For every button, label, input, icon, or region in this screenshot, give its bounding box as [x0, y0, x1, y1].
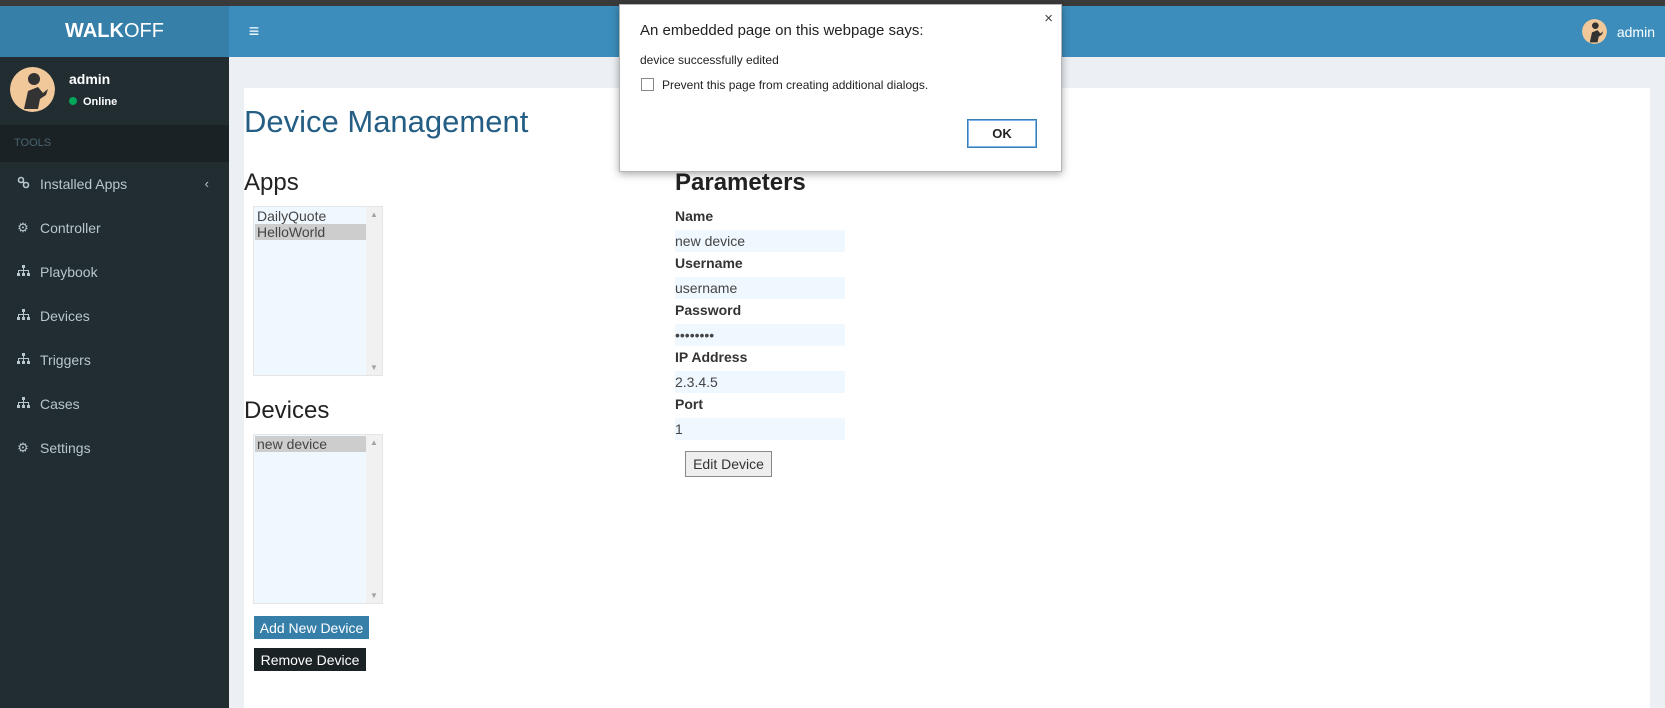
sidebar-item-devices[interactable]: Devices	[0, 294, 229, 338]
alert-dialog: An embedded page on this webpage says: ×…	[619, 4, 1062, 172]
scroll-down-arrow-icon[interactable]: ▼	[366, 363, 382, 372]
edit-device-button[interactable]: Edit Device	[685, 451, 772, 477]
sitemap-icon	[16, 352, 30, 368]
sidebar: admin Online TOOLS Installed Apps ‹ ⚙ Co…	[0, 57, 229, 708]
sidebar-item-controller[interactable]: ⚙ Controller	[0, 206, 229, 250]
hamburger-icon[interactable]: ≡	[244, 6, 264, 57]
password-field[interactable]	[675, 324, 845, 346]
sidebar-item-cases[interactable]: Cases	[0, 382, 229, 426]
sitemap-icon	[16, 308, 30, 324]
user-menu[interactable]: admin	[1581, 6, 1655, 57]
sitemap-icon	[16, 396, 30, 412]
online-dot-icon	[69, 97, 77, 105]
chevron-left-icon: ‹	[204, 176, 209, 191]
scrollbar[interactable]: ▲ ▼	[366, 435, 382, 603]
scrollbar[interactable]: ▲ ▼	[366, 207, 382, 375]
name-field[interactable]	[675, 230, 845, 252]
ip-address-label: IP Address	[675, 349, 748, 365]
list-item[interactable]: new device	[255, 436, 368, 452]
username-field[interactable]	[675, 277, 845, 299]
content-panel	[244, 88, 1650, 708]
sitemap-icon	[16, 264, 30, 280]
sidebar-item-triggers[interactable]: Triggers	[0, 338, 229, 382]
apps-list[interactable]: DailyQuote HelloWorld ▲ ▼	[253, 206, 383, 376]
avatar	[10, 67, 55, 112]
prevent-dialogs-label[interactable]: Prevent this page from creating addition…	[662, 78, 928, 92]
scroll-down-arrow-icon[interactable]: ▼	[366, 591, 382, 600]
list-item[interactable]: HelloWorld	[255, 224, 368, 240]
remove-device-button[interactable]: Remove Device	[254, 648, 366, 671]
gear-icon: ⚙	[17, 220, 29, 235]
ok-button[interactable]: OK	[967, 119, 1037, 148]
prevent-dialogs-checkbox[interactable]	[641, 78, 654, 91]
parameters-heading: Parameters	[675, 169, 806, 196]
port-label: Port	[675, 396, 703, 412]
scroll-up-arrow-icon[interactable]: ▲	[366, 438, 382, 447]
apps-heading: Apps	[244, 169, 299, 196]
sidebar-user-name: admin	[69, 71, 111, 87]
user-panel: admin Online	[0, 57, 229, 125]
dialog-message: device successfully edited	[640, 53, 779, 67]
page-title: Device Management	[244, 104, 529, 139]
sidebar-section-label: TOOLS	[0, 125, 229, 162]
add-new-device-button[interactable]: Add New Device	[254, 616, 369, 639]
list-item[interactable]: DailyQuote	[255, 208, 368, 224]
gear-icon: ⚙	[17, 440, 29, 455]
sidebar-item-installed-apps[interactable]: Installed Apps ‹	[0, 162, 229, 206]
sidebar-item-playbook[interactable]: Playbook	[0, 250, 229, 294]
password-label: Password	[675, 302, 742, 318]
scroll-up-arrow-icon[interactable]: ▲	[366, 210, 382, 219]
devices-list[interactable]: new device ▲ ▼	[253, 434, 383, 604]
ip-address-field[interactable]	[675, 371, 845, 393]
name-label: Name	[675, 208, 714, 224]
username-label: Username	[675, 255, 743, 271]
port-field[interactable]	[675, 418, 845, 440]
status-badge: Online	[69, 96, 117, 108]
avatar	[1581, 19, 1607, 44]
dialog-title: An embedded page on this webpage says:	[640, 22, 924, 39]
header-user-name: admin	[1616, 23, 1655, 40]
link-icon	[16, 176, 30, 192]
sidebar-item-settings[interactable]: ⚙ Settings	[0, 426, 229, 470]
devices-heading: Devices	[244, 397, 330, 424]
logo[interactable]: WALKOFF	[0, 6, 229, 57]
close-icon[interactable]: ×	[1044, 10, 1053, 27]
